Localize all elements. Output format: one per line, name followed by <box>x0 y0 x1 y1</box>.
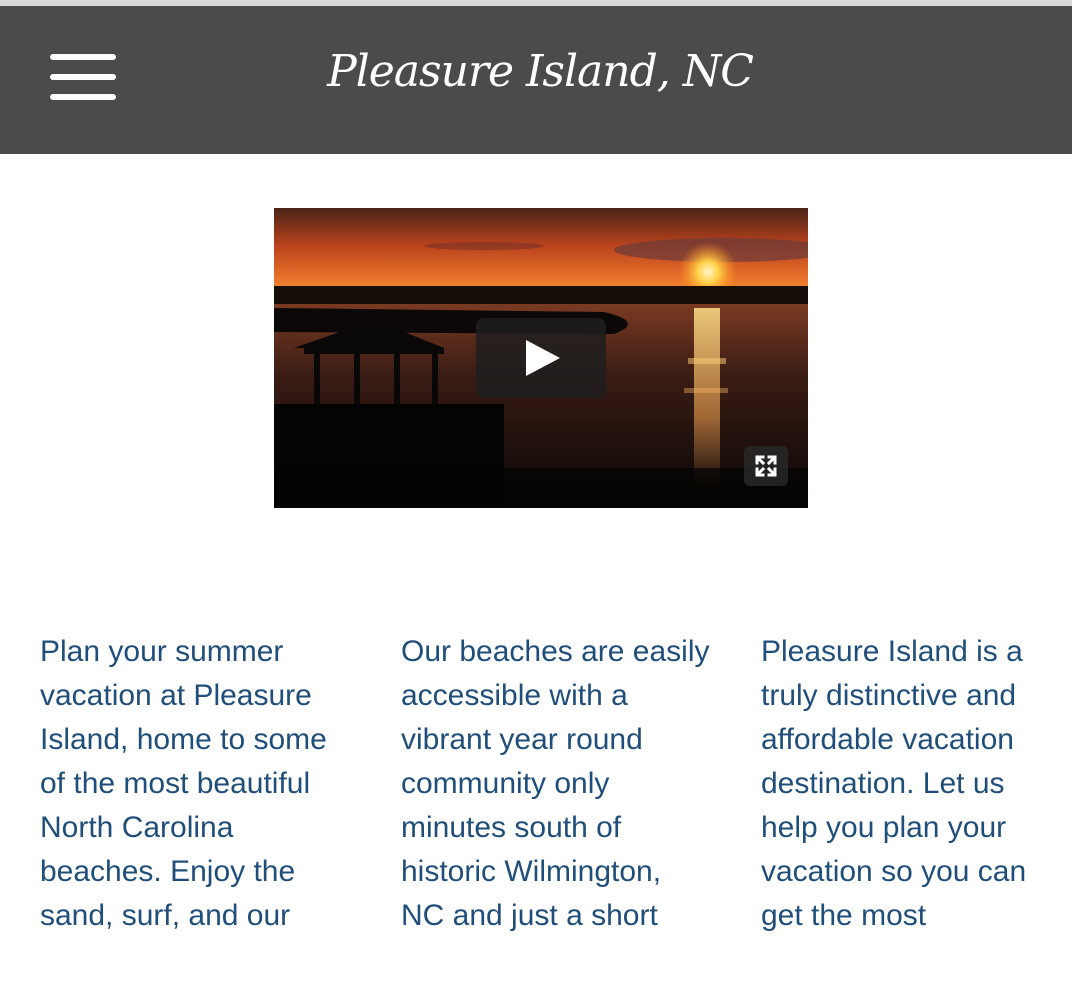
site-title[interactable]: Pleasure Island, NC <box>0 46 1072 97</box>
intro-column-2: Our beaches are easily accessible with a… <box>401 635 710 932</box>
play-icon <box>526 340 560 376</box>
fullscreen-icon <box>755 455 777 477</box>
site-header: Pleasure Island, NC <box>0 6 1072 154</box>
intro-column-1: Plan your summer vacation at Pleasure Is… <box>40 635 327 932</box>
intro-column-3: Pleasure Island is a truly distinctive a… <box>761 635 1027 932</box>
play-button[interactable] <box>476 318 606 398</box>
video-player[interactable] <box>274 208 808 508</box>
fullscreen-button[interactable] <box>744 446 788 486</box>
